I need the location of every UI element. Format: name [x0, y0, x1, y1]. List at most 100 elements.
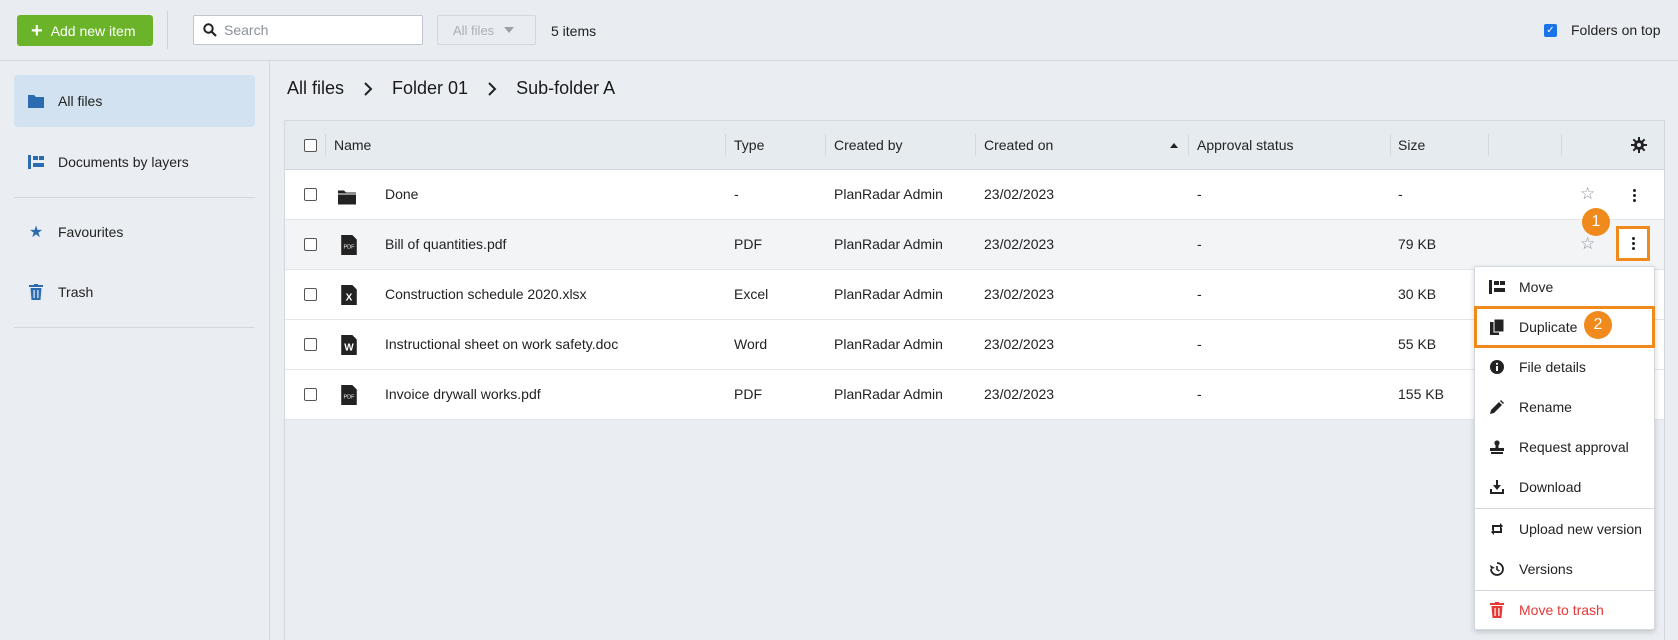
row-name[interactable]: Invoice drywall works.pdf [385, 386, 541, 402]
row-actions-kebab-icon[interactable] [1623, 184, 1645, 206]
folders-on-top-label: Folders on top [1571, 22, 1661, 38]
table-row[interactable]: X Construction schedule 2020.xlsx Excel … [285, 270, 1664, 320]
toolbar-divider [167, 11, 168, 49]
table-row[interactable]: PDF Invoice drywall works.pdf PDF PlanRa… [285, 370, 1664, 420]
row-created-on: 23/02/2023 [984, 236, 1055, 252]
pdf-icon: PDF [341, 385, 357, 405]
breadcrumb-item[interactable]: Folder 01 [392, 78, 468, 99]
row-size: - [1398, 186, 1403, 202]
table-row[interactable]: PDF Bill of quantities.pdf PDF PlanRadar… [285, 220, 1664, 270]
table-row[interactable]: W Instructional sheet on work safety.doc… [285, 320, 1664, 370]
sidebar-item-all-files[interactable]: All files [14, 75, 255, 127]
files-table: Name Type Created by Created on Approval… [284, 120, 1665, 640]
column-divider [1561, 134, 1562, 156]
row-size: 79 KB [1398, 236, 1437, 252]
column-header-created-on[interactable]: Created on [984, 137, 1053, 153]
column-header-type[interactable]: Type [734, 137, 764, 153]
row-name[interactable]: Done [385, 186, 418, 202]
menu-item-versions[interactable]: Versions [1475, 549, 1656, 589]
excel-icon: X [341, 285, 357, 305]
chevron-right-icon [358, 81, 378, 96]
menu-item-file-details[interactable]: File details [1475, 347, 1656, 387]
sidebar-item-label: Favourites [58, 224, 124, 240]
row-actions-kebab-icon[interactable] [1616, 226, 1650, 261]
menu-item-move[interactable]: Move [1475, 267, 1656, 307]
table-row[interactable]: Done - PlanRadar Admin 23/02/2023 - - ☆ [285, 170, 1664, 220]
row-checkbox[interactable] [304, 238, 317, 251]
sidebar-item-favourites[interactable]: ★ Favourites [14, 206, 255, 258]
plus-icon: + [31, 19, 43, 42]
column-header-size[interactable]: Size [1398, 137, 1425, 153]
row-approval-status: - [1197, 186, 1202, 202]
row-created-by: PlanRadar Admin [834, 236, 943, 252]
menu-item-label: Upload new version [1519, 521, 1642, 537]
add-new-item-button[interactable]: + Add new item [17, 15, 153, 46]
column-header-approval-status[interactable]: Approval status [1197, 137, 1294, 153]
layers-icon [28, 154, 44, 170]
search-input[interactable]: Search [193, 15, 423, 45]
breadcrumb: All files Folder 01 Sub-folder A [287, 78, 615, 99]
column-divider [1188, 134, 1189, 156]
row-size: 55 KB [1398, 336, 1437, 352]
duplicate-highlight [1474, 306, 1655, 348]
sidebar-item-documents-by-layers[interactable]: Documents by layers [14, 136, 255, 188]
row-type: PDF [734, 236, 762, 252]
row-checkbox[interactable] [304, 388, 317, 401]
svg-text:W: W [344, 343, 354, 354]
folders-on-top-toggle[interactable]: ✓ Folders on top [1544, 22, 1661, 38]
pdf-icon: PDF [341, 235, 357, 255]
sidebar-item-label: Documents by layers [58, 154, 189, 170]
sidebar-item-label: All files [58, 93, 103, 109]
search-placeholder: Search [224, 22, 269, 38]
info-icon [1489, 359, 1505, 375]
caret-down-icon [504, 27, 515, 33]
top-toolbar: + Add new item Search All files 5 items … [0, 0, 1678, 61]
row-created-on: 23/02/2023 [984, 336, 1055, 352]
menu-item-move-to-trash[interactable]: Move to trash [1475, 590, 1656, 630]
file-filter-select[interactable]: All files [437, 15, 536, 45]
menu-item-download[interactable]: Download [1475, 467, 1656, 507]
breadcrumb-item[interactable]: All files [287, 78, 344, 99]
trash-icon [28, 284, 44, 300]
add-new-item-label: Add new item [50, 22, 136, 39]
upload-version-icon [1489, 521, 1505, 537]
row-checkbox[interactable] [304, 188, 317, 201]
step-badge-1: 1 [1582, 208, 1610, 236]
menu-item-rename[interactable]: Rename [1475, 387, 1656, 427]
row-checkbox[interactable] [304, 338, 317, 351]
select-all-checkbox[interactable] [304, 139, 317, 152]
folders-on-top-checkbox[interactable]: ✓ [1544, 23, 1557, 37]
row-name[interactable]: Bill of quantities.pdf [385, 236, 506, 252]
row-approval-status: - [1197, 336, 1202, 352]
menu-item-request-approval[interactable]: Request approval [1475, 427, 1656, 467]
menu-item-upload-new-version[interactable]: Upload new version [1475, 509, 1656, 549]
row-checkbox[interactable] [304, 288, 317, 301]
svg-text:PDF: PDF [343, 394, 355, 400]
row-created-on: 23/02/2023 [984, 386, 1055, 402]
row-created-by: PlanRadar Admin [834, 336, 943, 352]
sidebar: All files Documents by layers ★ Favourit… [0, 61, 270, 640]
svg-text:PDF: PDF [343, 244, 355, 250]
row-name[interactable]: Instructional sheet on work safety.doc [385, 336, 618, 352]
row-created-by: PlanRadar Admin [834, 386, 943, 402]
menu-item-label: Move [1519, 279, 1554, 295]
word-icon: W [341, 335, 357, 355]
favourite-star-icon[interactable]: ☆ [1580, 184, 1595, 204]
menu-item-label: Move to trash [1519, 602, 1604, 618]
menu-item-label: File details [1519, 359, 1586, 375]
gear-icon[interactable] [1631, 137, 1647, 156]
row-name[interactable]: Construction schedule 2020.xlsx [385, 286, 587, 302]
folder-icon [28, 93, 44, 109]
column-divider [1488, 134, 1489, 156]
column-header-created-by[interactable]: Created by [834, 137, 902, 153]
row-approval-status: - [1197, 386, 1202, 402]
menu-item-label: Download [1519, 479, 1582, 495]
row-type: Excel [734, 286, 769, 302]
row-type: - [734, 186, 739, 202]
history-icon [1489, 561, 1505, 577]
column-header-name[interactable]: Name [334, 137, 371, 153]
items-count: 5 items [551, 23, 597, 39]
favourite-star-icon[interactable]: ☆ [1580, 234, 1595, 254]
row-type: PDF [734, 386, 762, 402]
sidebar-item-trash[interactable]: Trash [14, 266, 255, 318]
